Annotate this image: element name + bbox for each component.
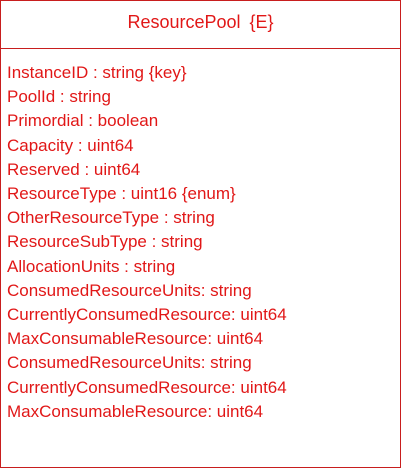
- attribute-max-consumable-resource-2: MaxConsumableResource: uint64: [7, 401, 264, 421]
- attribute-primordial: Primordial : boolean: [7, 111, 159, 131]
- attribute-max-consumable-resource-1: MaxConsumableResource: uint64: [7, 329, 264, 349]
- attribute-instance-id: InstanceID : string {key}: [7, 63, 187, 82]
- class-name: ResourcePool: [127, 12, 241, 32]
- attribute-consumed-resource-units-2: ConsumedResourceUnits: string: [7, 353, 252, 373]
- attribute-currently-consumed-resource-2: CurrentlyConsumedResource: uint64: [7, 377, 287, 397]
- attribute-allocation-units: AllocationUnits : string: [7, 256, 176, 276]
- attribute-list: InstanceID : string {key} PoolId : strin…: [1, 49, 400, 424]
- resource-pool-class-box: ResourcePool {E} InstanceID : string {ke…: [0, 0, 401, 468]
- attribute-reserved: Reserved : uint64: [7, 159, 141, 179]
- attribute-resource-sub-type: ResourceSubType : string: [7, 232, 203, 252]
- attribute-consumed-resource-units-1: ConsumedResourceUnits: string: [7, 280, 252, 300]
- attribute-capacity: Capacity : uint64: [7, 135, 134, 155]
- class-header: ResourcePool {E}: [1, 1, 400, 49]
- attribute-other-resource-type: OtherResourceType : string: [7, 208, 215, 228]
- attribute-pool-id: PoolId : string: [7, 87, 111, 107]
- attribute-resource-type: ResourceType : uint16 {enum}: [7, 184, 236, 204]
- attribute-currently-consumed-resource-1: CurrentlyConsumedResource: uint64: [7, 305, 287, 325]
- class-stereotype: {E}: [249, 12, 274, 32]
